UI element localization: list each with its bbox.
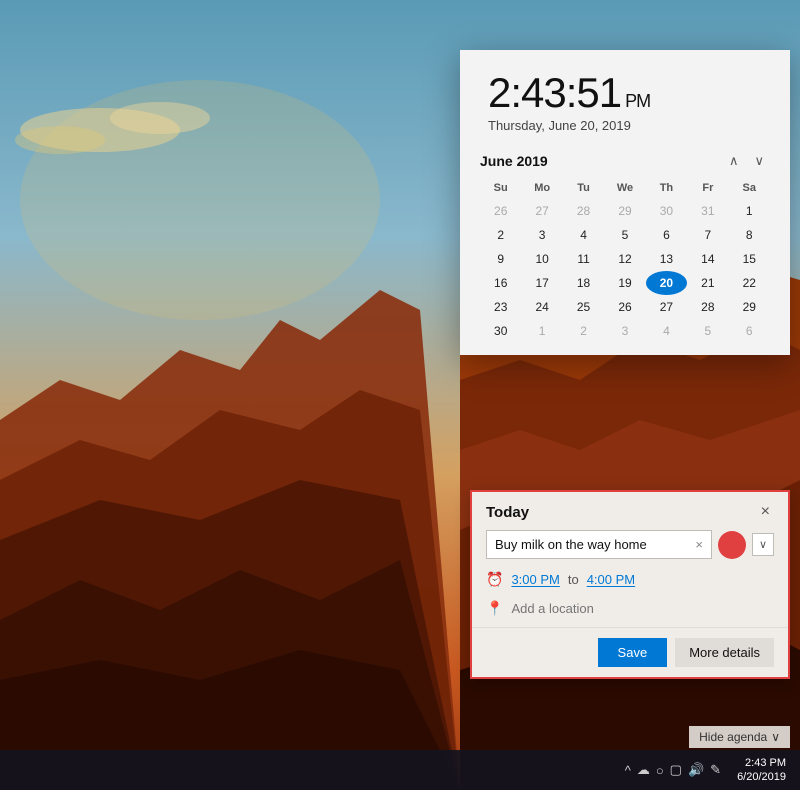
calendar-day[interactable]: 22 [729,271,770,295]
calendar-day-header: Sa [729,179,770,199]
event-location-input[interactable] [511,601,774,616]
calendar-day[interactable]: 12 [604,247,645,271]
event-title-input[interactable] [495,531,691,558]
taskbar-wifi-icon: ○ [656,763,664,778]
event-popup-title: Today [486,504,529,521]
event-location-row: 📍 [472,596,788,628]
time-value: 2:43:51 [488,69,621,116]
calendar-day[interactable]: 13 [646,247,687,271]
calendar-day[interactable]: 18 [563,271,604,295]
taskbar-volume-icon[interactable]: 🔊 [688,762,704,778]
event-time-to-label: to [568,572,579,587]
calendar-day[interactable]: 1 [521,319,562,343]
calendar-day[interactable]: 26 [480,199,521,223]
calendar-day[interactable]: 15 [729,247,770,271]
calendar-section: June 2019 ∧ ∨ SuMoTuWeThFrSa262728293031… [460,143,790,355]
time-icon: ⏰ [486,571,503,588]
calendar-day[interactable]: 17 [521,271,562,295]
event-title-row: × ∨ [472,530,788,567]
event-popup-header: Today × [472,492,788,530]
calendar-day[interactable]: 28 [563,199,604,223]
calendar-day[interactable]: 29 [604,199,645,223]
calendar-day-header: Th [646,179,687,199]
calendar-day[interactable]: 23 [480,295,521,319]
calendar-day[interactable]: 8 [729,223,770,247]
calendar-day[interactable]: 24 [521,295,562,319]
time-display: 2:43:51PM [488,72,762,114]
calendar-day[interactable]: 10 [521,247,562,271]
more-details-button[interactable]: More details [675,638,774,667]
calendar-day[interactable]: 16 [480,271,521,295]
calendar-day[interactable]: 26 [604,295,645,319]
flyout-panel: 2:43:51PM Thursday, June 20, 2019 June 2… [460,50,790,355]
event-actions: Save More details [472,628,788,677]
calendar-day-header: Mo [521,179,562,199]
calendar-day[interactable]: 7 [687,223,728,247]
calendar-day-header: Su [480,179,521,199]
calendar-day[interactable]: 1 [729,199,770,223]
taskbar-display-icon: ▢ [670,762,682,778]
location-icon: 📍 [486,600,503,617]
calendar-header: June 2019 ∧ ∨ [480,151,770,171]
calendar-day[interactable]: 31 [687,199,728,223]
calendar-day[interactable]: 5 [687,319,728,343]
calendar-day[interactable]: 9 [480,247,521,271]
taskbar-cloud-icon: ☁ [637,762,650,778]
calendar-day[interactable]: 2 [480,223,521,247]
calendar-day[interactable]: 19 [604,271,645,295]
taskbar-system-icons: ^ ☁ ○ ▢ 🔊 ✎ [625,762,721,778]
calendar-day[interactable]: 4 [563,223,604,247]
calendar-nav: ∧ ∨ [723,151,770,171]
calendar-day[interactable]: 2 [563,319,604,343]
event-time-to[interactable]: 4:00 PM [587,572,635,587]
calendar-day[interactable]: 4 [646,319,687,343]
taskbar-chevron-icon[interactable]: ^ [625,763,631,778]
event-color-btn[interactable] [718,531,746,559]
calendar-next-btn[interactable]: ∨ [748,151,770,171]
event-popup: Today × × ∨ ⏰ 3:00 PM to 4:00 PM 📍 Save … [470,490,790,679]
calendar-day[interactable]: 27 [521,199,562,223]
hide-agenda-label: Hide agenda [699,730,767,744]
calendar-day[interactable]: 28 [687,295,728,319]
calendar-day[interactable]: 5 [604,223,645,247]
event-time-row: ⏰ 3:00 PM to 4:00 PM [472,567,788,596]
calendar-day[interactable]: 3 [521,223,562,247]
calendar-grid: SuMoTuWeThFrSa26272829303112345678910111… [480,179,770,343]
taskbar-date: 6/20/2019 [737,770,786,784]
calendar-day-header: We [604,179,645,199]
calendar-day[interactable]: 6 [729,319,770,343]
calendar-day-header: Fr [687,179,728,199]
calendar-day[interactable]: 29 [729,295,770,319]
taskbar-clock[interactable]: 2:43 PM 6/20/2019 [737,756,786,785]
calendar-day[interactable]: 21 [687,271,728,295]
taskbar-time: 2:43 PM [745,756,786,770]
event-time-from[interactable]: 3:00 PM [511,572,559,587]
taskbar-right: ^ ☁ ○ ▢ 🔊 ✎ 2:43 PM 6/20/2019 [625,756,790,785]
event-popup-close-btn[interactable]: × [757,502,774,522]
calendar-day[interactable]: 27 [646,295,687,319]
event-title-input-wrapper: × [486,530,712,559]
date-display: Thursday, June 20, 2019 [488,118,762,133]
hide-agenda-btn[interactable]: Hide agenda ∨ [689,726,790,748]
calendar-day[interactable]: 14 [687,247,728,271]
calendar-day[interactable]: 11 [563,247,604,271]
ampm-label: PM [625,91,650,111]
taskbar-pen-icon: ✎ [710,762,721,778]
clock-section: 2:43:51PM Thursday, June 20, 2019 [460,50,790,143]
calendar-day[interactable]: 25 [563,295,604,319]
calendar-day[interactable]: 30 [480,319,521,343]
calendar-day[interactable]: 3 [604,319,645,343]
event-title-clear-btn[interactable]: × [691,537,707,552]
save-button[interactable]: Save [598,638,668,667]
taskbar: ^ ☁ ○ ▢ 🔊 ✎ 2:43 PM 6/20/2019 [0,750,800,790]
calendar-day[interactable]: 20 [646,271,687,295]
calendar-month-label: June 2019 [480,153,548,169]
calendar-day-header: Tu [563,179,604,199]
calendar-day[interactable]: 6 [646,223,687,247]
hide-agenda-icon: ∨ [771,730,780,744]
event-dropdown-btn[interactable]: ∨ [752,533,774,556]
calendar-day[interactable]: 30 [646,199,687,223]
calendar-prev-btn[interactable]: ∧ [723,151,745,171]
